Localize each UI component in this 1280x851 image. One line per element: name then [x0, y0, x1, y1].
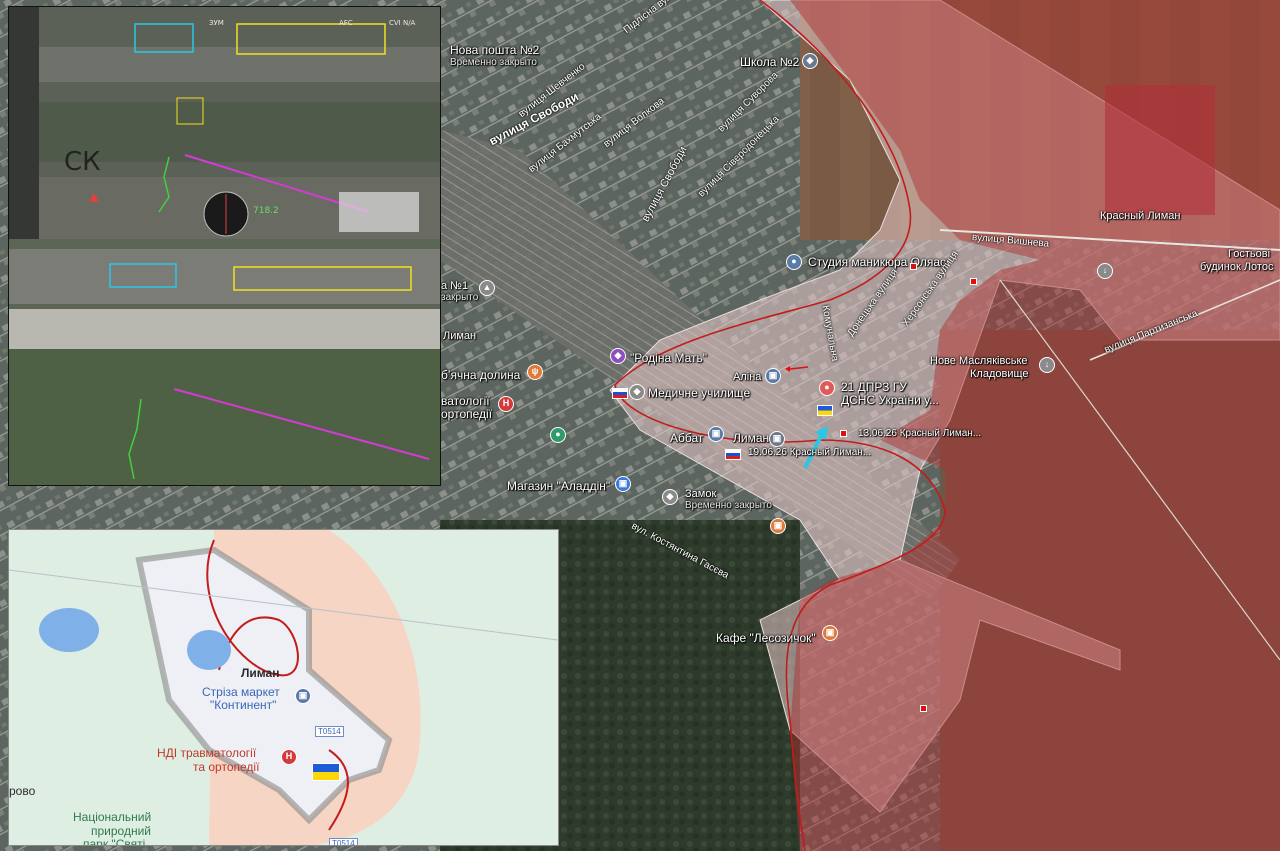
drone-camera-canvas: [9, 7, 440, 239]
inset-map[interactable]: Лиман Стріза маркет "Континент" НДІ трав…: [8, 529, 559, 846]
cafe-icon[interactable]: ▣: [822, 625, 838, 641]
restaurant-icon[interactable]: ψ: [527, 364, 543, 380]
inset-map-canvas: [9, 530, 558, 845]
poi-rodina-mat[interactable]: "Родіна Мать": [630, 351, 707, 365]
poi-manicure-studio[interactable]: Студия маникюра Оляас: [808, 255, 946, 269]
poi-guest-house-2: будинок Лотос: [1200, 261, 1274, 273]
poi-abbat[interactable]: Аббат: [670, 431, 703, 445]
train-icon[interactable]: ▣: [769, 431, 785, 447]
poi-marker-icon[interactable]: ▲: [479, 280, 495, 296]
park-icon[interactable]: ●: [550, 427, 566, 443]
hud-zoom: ЗУМ: [209, 19, 224, 27]
poi-lyman-station[interactable]: Лиман: [733, 431, 769, 445]
monument-icon[interactable]: ◆: [610, 348, 626, 364]
school-icon[interactable]: ◆: [802, 53, 818, 69]
inset-park-2: природний: [91, 824, 151, 838]
cart-icon[interactable]: ▣: [615, 476, 631, 492]
russian-flag-marker-1[interactable]: [612, 388, 628, 399]
inset-road-badge-1: Т0514: [315, 726, 344, 737]
inset-supermarket-2: "Континент": [210, 698, 277, 712]
marker-square-4[interactable]: [920, 705, 927, 712]
poi-point-1[interactable]: а №1: [441, 280, 468, 292]
inset-park-3: парк "Святі: [83, 837, 146, 846]
marker-date-2: 19.06.26 Красный Лиман...: [748, 447, 872, 458]
shop-icon[interactable]: ▣: [765, 368, 781, 384]
hospital-icon[interactable]: H: [498, 396, 514, 412]
drone-camera-view: AFC CVI N/A ЗУМ СК 718.2: [9, 7, 440, 239]
poi-nova-poshta[interactable]: Нова пошта №2: [450, 43, 539, 57]
russian-flag-marker-2[interactable]: [725, 449, 741, 460]
poi-shop-aladdin[interactable]: Магазин "Аладдін": [507, 479, 610, 493]
hud-cvi: CVI N/A: [389, 19, 416, 27]
poi-school[interactable]: Школа №2: [740, 55, 799, 69]
inset-hospital-icon[interactable]: H: [281, 749, 297, 765]
poi-medical-school[interactable]: Медичне училище: [648, 386, 750, 400]
poi-nova-poshta-status: Временно закрыто: [450, 57, 537, 68]
hud-afc: AFC: [339, 19, 353, 27]
poi-guest-house[interactable]: Гостьові: [1228, 248, 1270, 260]
inset-left-edge: рово: [9, 784, 36, 798]
cemetery-icon[interactable]: ↓: [1039, 357, 1055, 373]
school-icon-2[interactable]: ◆: [629, 384, 645, 400]
inset-label-lyman: Лиман: [241, 666, 280, 680]
poi-alina[interactable]: Аліна: [733, 371, 761, 383]
label-krasny-liman: Красный Лиман: [1100, 210, 1181, 222]
marker-square-1[interactable]: [840, 430, 847, 437]
inset-nii[interactable]: НДІ травматології: [157, 746, 256, 760]
inset-supermarket[interactable]: Стріза маркет: [202, 685, 280, 699]
poi-cafe[interactable]: Кафе "Лесозичок": [716, 631, 816, 645]
hud-altitude: 718.2: [253, 206, 279, 216]
marker-square-2[interactable]: [910, 263, 917, 270]
poi-dsns: ДСНС України у...: [841, 393, 939, 407]
tourism-icon[interactable]: ↓: [1097, 263, 1113, 279]
fire-station-icon[interactable]: ●: [819, 380, 835, 396]
inset-park: Національний: [73, 810, 152, 824]
poi-zamok-status: Временно закрыто: [685, 500, 772, 511]
lock-icon[interactable]: ▣: [708, 426, 724, 442]
poi-traumatology[interactable]: ватології: [441, 394, 490, 408]
inset-ukrainian-flag[interactable]: [312, 763, 340, 781]
ukrainian-flag-marker[interactable]: [817, 405, 833, 416]
poi-zamok[interactable]: Замок: [685, 488, 716, 500]
poi-nove-cemetery-2: Кладовище: [970, 368, 1029, 380]
drone-satellite-view: [9, 239, 440, 485]
castle-icon[interactable]: ◆: [662, 489, 678, 505]
marker-date-1: 13.06.26 Красный Лиман...: [858, 428, 982, 439]
marker-square-3[interactable]: [970, 278, 977, 285]
inset-nii-2: та ортопедії: [193, 760, 260, 774]
poi-obyachna[interactable]: бʼячна долина: [441, 368, 520, 382]
poi-dprz[interactable]: 21 ДПРЗ ГУ: [841, 380, 907, 394]
drone-footage-inset: AFC CVI N/A ЗУМ СК 718.2: [8, 6, 441, 486]
poi-nove-cemetery[interactable]: Нове Масляківське: [930, 355, 1028, 367]
inset-shop-icon[interactable]: ▣: [295, 688, 311, 704]
food-icon[interactable]: ▣: [770, 518, 786, 534]
poi-point-1-status: закрыто: [441, 292, 479, 303]
hud-label-ck: СК: [64, 147, 101, 177]
poi-traumatology-2: ортопедії: [441, 407, 493, 421]
drone-sidebar: [9, 7, 39, 239]
label-lyman-short: Лиман: [443, 330, 477, 342]
manicure-icon[interactable]: ●: [786, 254, 802, 270]
inset-road-badge-2: Т0514: [329, 838, 358, 845]
